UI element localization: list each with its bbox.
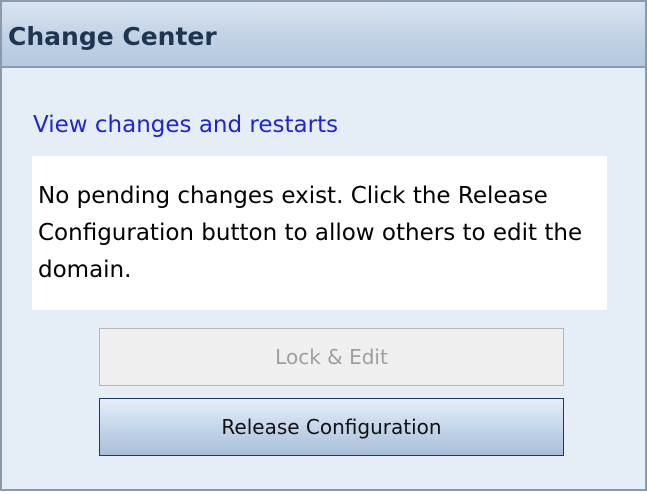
change-center-panel: Change Center View changes and restarts … (0, 0, 647, 491)
panel-header: Change Center (2, 2, 645, 68)
lock-edit-button[interactable]: Lock & Edit (99, 328, 564, 386)
status-message: No pending changes exist. Click the Rele… (38, 183, 583, 283)
status-message-box: No pending changes exist. Click the Rele… (32, 156, 607, 310)
panel-title: Change Center (8, 22, 217, 51)
release-configuration-button[interactable]: Release Configuration (99, 398, 564, 456)
view-changes-link[interactable]: View changes and restarts (33, 114, 338, 137)
